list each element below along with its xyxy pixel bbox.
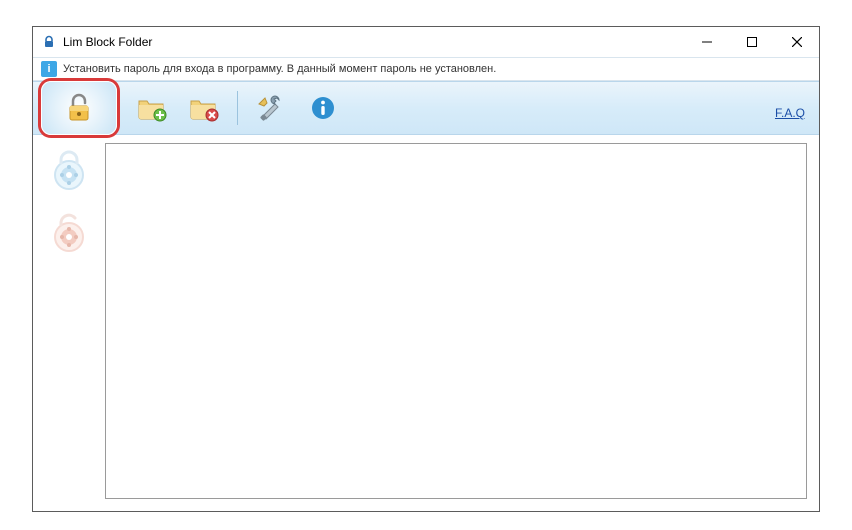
toolbar-separator [237,91,238,125]
maximize-button[interactable] [729,28,774,57]
info-bar: i Установить пароль для входа в программ… [33,57,819,81]
toolbar: F.A.Q [33,81,819,135]
maximize-icon [747,37,757,47]
tools-icon [257,94,285,122]
app-icon [41,34,57,50]
minimize-button[interactable] [684,28,729,57]
close-icon [792,37,802,47]
info-icon: i [41,61,57,77]
add-folder-button[interactable] [129,87,175,129]
minimize-icon [702,37,712,47]
lock-dial-blue-icon [47,149,91,193]
padlock-open-icon [61,90,97,126]
content-area [33,135,819,511]
remove-folder-button[interactable] [181,87,227,129]
window-title: Lim Block Folder [63,35,152,49]
info-icon [310,95,336,121]
unlock-all-button[interactable] [45,209,93,257]
settings-button[interactable] [248,87,294,129]
lock-folder-button[interactable] [41,81,117,135]
about-button[interactable] [300,87,346,129]
lock-dial-red-icon [47,211,91,255]
titlebar: Lim Block Folder [33,27,819,57]
faq-link[interactable]: F.A.Q [775,106,805,120]
folder-remove-icon [189,94,219,122]
folder-list[interactable] [105,143,807,499]
info-message: Установить пароль для входа в программу.… [63,63,496,75]
close-button[interactable] [774,28,819,57]
lock-all-button[interactable] [45,147,93,195]
folder-add-icon [137,94,167,122]
app-window: Lim Block Folder i Установить пароль для… [32,26,820,512]
sidebar [33,135,105,511]
